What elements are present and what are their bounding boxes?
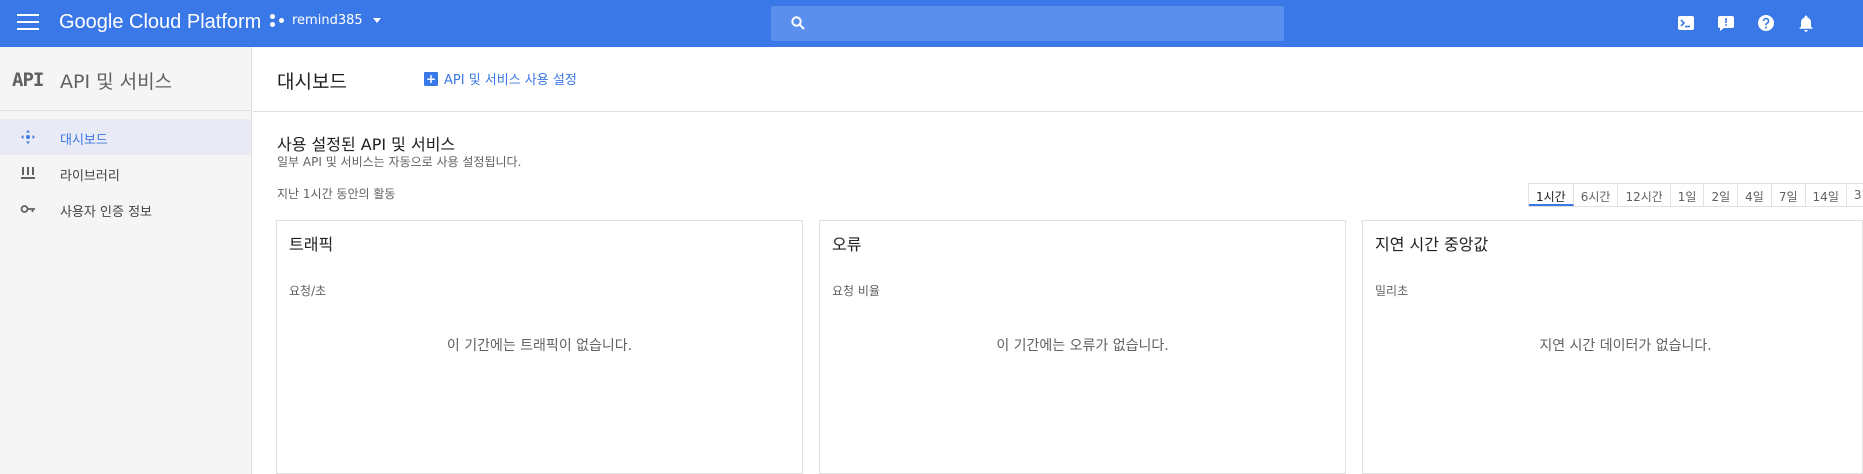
sidebar: API API 및 서비스 대시보드 라이브러리 사용자 인증 정보 <box>0 47 252 474</box>
sidebar-item-label: 대시보드 <box>60 133 108 148</box>
sidebar-item-label: 사용자 인증 정보 <box>60 205 152 220</box>
key-icon <box>20 205 35 213</box>
cloud-shell-icon[interactable] <box>1677 14 1695 32</box>
activity-label: 지난 1시간 동안의 활동 <box>277 187 396 201</box>
time-range-1d[interactable]: 1일 <box>1671 184 1705 206</box>
project-name: remind385 <box>292 13 363 28</box>
main-header: 대시보드 + API 및 서비스 사용 설정 <box>253 47 1863 112</box>
enable-apis-label: API 및 서비스 사용 설정 <box>444 73 577 88</box>
dashboard-icon <box>21 130 35 144</box>
traffic-card: 트래픽 요청/초 이 기간에는 트래픽이 없습니다. <box>276 220 803 474</box>
section-subtitle: 일부 API 및 서비스는 자동으로 사용 설정됩니다. <box>277 155 522 169</box>
card-empty-message: 이 기간에는 트래픽이 없습니다. <box>446 338 633 354</box>
search-bar[interactable] <box>771 6 1284 41</box>
card-title: 오류 <box>832 235 862 254</box>
time-range-2d[interactable]: 2일 <box>1704 184 1739 206</box>
card-empty-message: 지연 시간 데이터가 없습니다. <box>1539 338 1712 354</box>
time-range-selector: 1시간 6시간 12시간 1일 2일 4일 7일 14일 3 <box>1528 183 1863 207</box>
time-range-30d[interactable]: 3 <box>1847 184 1863 206</box>
card-title: 트래픽 <box>289 235 334 254</box>
notifications-icon[interactable] <box>1797 14 1815 32</box>
card-unit: 밀리초 <box>1375 284 1409 298</box>
help-icon[interactable] <box>1757 14 1775 32</box>
sidebar-title: API 및 서비스 <box>60 71 173 93</box>
errors-card: 오류 요청 비율 이 기간에는 오류가 없습니다. <box>819 220 1346 474</box>
latency-card: 지연 시간 중앙값 밀리초 지연 시간 데이터가 없습니다. <box>1362 220 1863 474</box>
sidebar-item-library[interactable]: 라이브러리 <box>0 155 251 191</box>
card-title: 지연 시간 중앙값 <box>1375 235 1489 254</box>
card-empty-message: 이 기간에는 오류가 없습니다. <box>996 338 1169 354</box>
sidebar-item-dashboard[interactable]: 대시보드 <box>0 119 251 155</box>
card-unit: 요청 비율 <box>832 284 880 298</box>
sidebar-item-credentials[interactable]: 사용자 인증 정보 <box>0 191 251 227</box>
platform-logo[interactable]: Google Cloud Platform <box>59 11 261 34</box>
enable-apis-button[interactable]: + API 및 서비스 사용 설정 <box>424 69 577 88</box>
api-logo: API <box>12 69 44 91</box>
time-range-12h[interactable]: 12시간 <box>1618 184 1671 206</box>
time-range-1h[interactable]: 1시간 <box>1529 184 1574 206</box>
section-title: 사용 설정된 API 및 서비스 <box>277 135 456 154</box>
main-content: 대시보드 + API 및 서비스 사용 설정 사용 설정된 API 및 서비스 … <box>253 47 1863 474</box>
top-app-bar: Google Cloud Platform remind385 <box>0 0 1863 47</box>
library-icon <box>21 167 35 179</box>
time-range-4d[interactable]: 4일 <box>1738 184 1772 206</box>
project-icon <box>270 13 286 28</box>
project-selector[interactable]: remind385 <box>270 13 381 28</box>
time-range-14d[interactable]: 14일 <box>1806 184 1847 206</box>
time-range-7d[interactable]: 7일 <box>1772 184 1806 206</box>
menu-icon[interactable] <box>17 14 39 32</box>
sidebar-item-label: 라이브러리 <box>60 169 120 184</box>
add-icon: + <box>424 71 438 86</box>
card-unit: 요청/초 <box>289 284 327 298</box>
sidebar-header: API API 및 서비스 <box>0 47 251 111</box>
chevron-down-icon <box>372 18 381 23</box>
time-range-6h[interactable]: 6시간 <box>1574 184 1619 206</box>
feedback-icon[interactable] <box>1717 14 1735 32</box>
search-icon <box>791 16 805 30</box>
search-input[interactable] <box>819 10 1269 37</box>
page-title: 대시보드 <box>277 71 347 93</box>
